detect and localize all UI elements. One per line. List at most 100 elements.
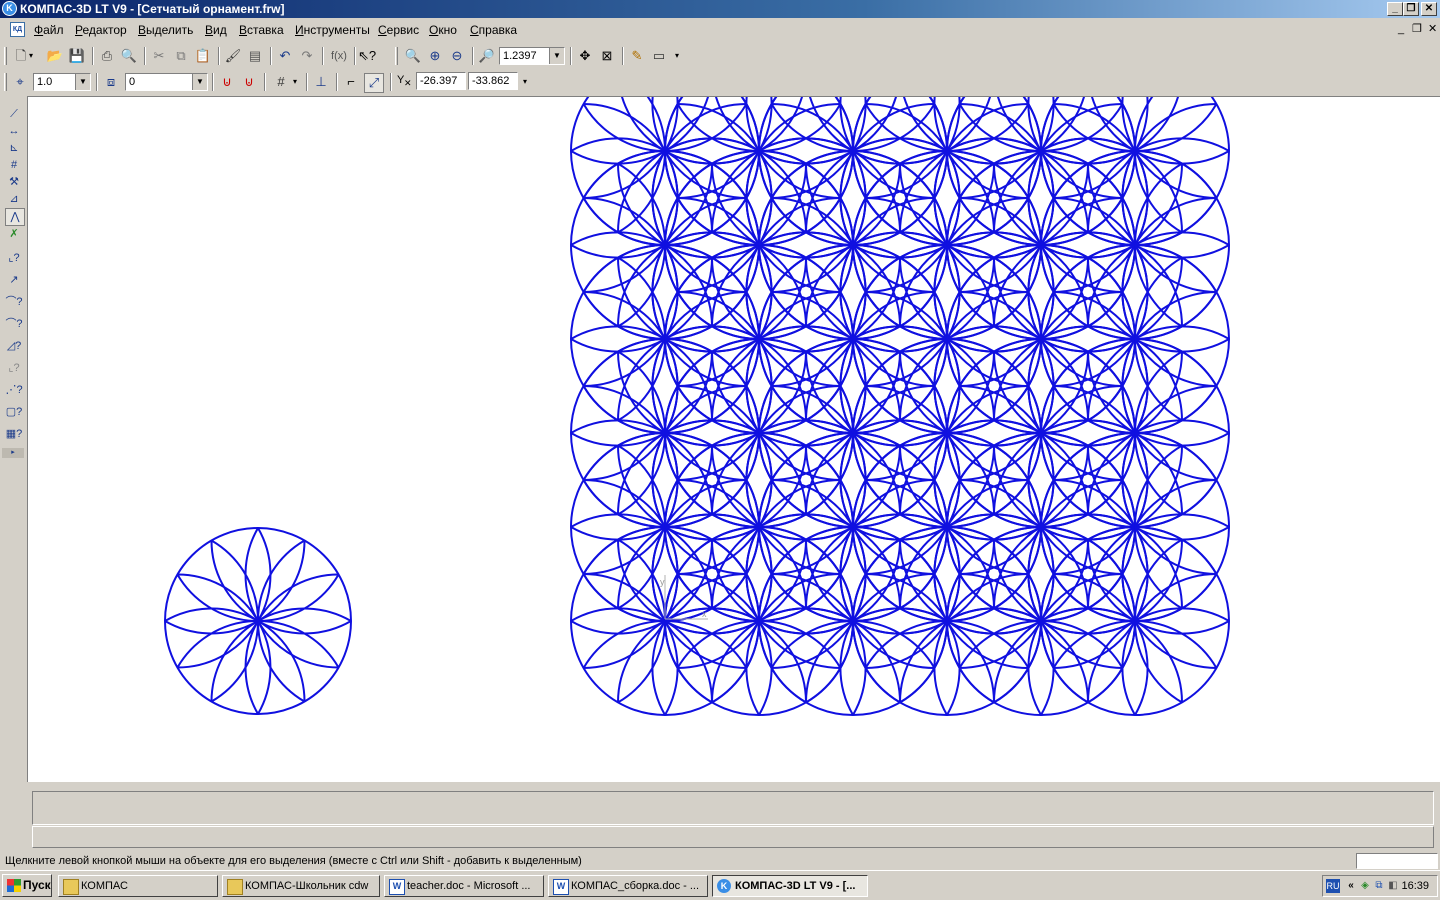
paste-icon[interactable]: 📋 — [194, 47, 212, 65]
drawing-area[interactable]: y x — [27, 96, 1440, 782]
chevron-down-icon[interactable]: ▼ — [192, 74, 207, 90]
zoom-combo[interactable]: 1.2397 ▼ — [499, 47, 565, 65]
context-help-icon[interactable]: ⇖? — [358, 47, 376, 65]
restore-button[interactable]: ❐ — [1403, 2, 1419, 16]
cut-icon[interactable]: ✂ — [150, 47, 168, 65]
separator — [336, 73, 338, 91]
coord-y-field[interactable]: -33.862 — [468, 72, 518, 90]
properties-icon[interactable]: ▤ — [246, 47, 264, 65]
zoom-scale-icon[interactable]: 🔎 — [478, 47, 496, 65]
menu-insert[interactable]: Вставка — [239, 23, 284, 37]
copy-icon[interactable]: ⧉ — [172, 47, 190, 65]
query-area-icon[interactable]: ◿? — [5, 338, 23, 354]
geometry-icon[interactable]: ⟋ — [5, 106, 23, 122]
drawing-canvas[interactable]: y x — [28, 97, 1440, 782]
zoom-window-icon[interactable]: 🔍 — [404, 47, 422, 65]
variables-icon[interactable]: f(x) — [328, 47, 350, 65]
save-icon[interactable]: 💾 — [68, 47, 86, 65]
minimize-button[interactable]: _ — [1387, 2, 1403, 16]
grid-dropdown-icon[interactable]: ▾ — [290, 73, 300, 91]
select-icon[interactable]: ⋀ — [5, 208, 25, 226]
task-assembly-doc[interactable]: W КОМПАС_сборка.doc - ... — [548, 875, 708, 897]
grid-icon[interactable]: # — [272, 73, 290, 91]
toolbar-grip[interactable] — [4, 47, 7, 65]
editing-icon[interactable]: # — [5, 157, 23, 173]
menu-window[interactable]: Окно — [429, 23, 457, 37]
zoom-out-icon[interactable]: ⊖ — [448, 47, 466, 65]
task-kompas-app[interactable]: K КОМПАС-3D LT V9 - [... — [712, 875, 868, 897]
query-object-icon[interactable]: ▢? — [5, 404, 23, 420]
symbols-icon[interactable]: ⊾ — [5, 140, 23, 156]
compact-toolbar: ⟋ ↔ ⊾ # ⚒ ⊿ ⋀ ✗ ⌞? ↗ ⌒? ⌒? ◿? ⌞? ⋰? ▢? ▦… — [0, 96, 27, 460]
zoom-in-icon[interactable]: ⊕ — [426, 47, 444, 65]
kompas-icon: K — [717, 879, 731, 893]
speaker-icon[interactable]: ◧ — [1387, 879, 1399, 893]
dimensions-icon[interactable]: ↔ — [5, 123, 23, 139]
toolbar-options-icon[interactable]: ▾ — [520, 73, 530, 91]
document-icon[interactable]: КД — [10, 22, 25, 37]
spec-icon[interactable]: ✗ — [5, 226, 23, 242]
redo-icon[interactable]: ↷ — [298, 47, 316, 65]
layer-combo[interactable]: 0 ▼ — [125, 73, 208, 91]
mdi-restore-button[interactable]: ❐ — [1412, 24, 1422, 35]
display-icon[interactable]: ▭ — [650, 47, 668, 65]
coord-x-field[interactable]: -26.397 — [416, 72, 466, 90]
chevron-down-icon[interactable]: ▼ — [549, 48, 564, 64]
expand-toolbar-icon[interactable]: ▸ — [2, 448, 24, 458]
layers-icon[interactable]: ⧈ — [102, 73, 120, 91]
step-value: 1.0 — [37, 76, 53, 88]
query-point-icon[interactable]: ⌞? — [5, 250, 23, 266]
query-mass-icon[interactable]: ⋰? — [5, 382, 23, 398]
kompas-app-icon[interactable]: K — [2, 1, 17, 16]
separator — [622, 47, 624, 65]
close-button[interactable]: ✕ — [1421, 2, 1437, 16]
menu-file[interactable]: Файл — [34, 23, 64, 37]
language-indicator[interactable]: RU — [1326, 879, 1340, 893]
measure-icon[interactable]: ⊿ — [5, 191, 23, 207]
ortho-icon[interactable]: ⌐ — [342, 73, 360, 91]
print-preview-icon[interactable]: 🔍 — [120, 47, 138, 65]
tray-app-icon[interactable]: ◈ — [1359, 879, 1371, 893]
query-length-icon[interactable]: ⌒? — [5, 316, 23, 332]
task-label: teacher.doc - Microsoft ... — [407, 880, 531, 892]
format-brush-icon[interactable]: 🖌 — [224, 47, 242, 65]
task-label: КОМПАС — [81, 880, 128, 892]
query-angle-icon[interactable]: ⌒? — [5, 294, 23, 310]
menu-tools[interactable]: Инструменты — [295, 23, 370, 37]
task-school-folder[interactable]: КОМПАС-Школьник cdw — [222, 875, 380, 897]
query-info-icon[interactable]: ▦? — [5, 426, 23, 442]
toolbar-options-icon[interactable]: ▾ — [672, 47, 682, 65]
local-snap-icon[interactable]: ⊍ — [240, 73, 258, 91]
menu-view[interactable]: Вид — [205, 23, 227, 37]
menu-service[interactable]: Сервис — [378, 23, 419, 37]
folder-icon — [227, 879, 243, 895]
open-folder-icon[interactable]: 📂 — [46, 47, 64, 65]
step-cursor-icon[interactable]: ⌖ — [11, 73, 29, 91]
task-kompas-folder[interactable]: КОМПАС — [58, 875, 218, 897]
undo-icon[interactable]: ↶ — [276, 47, 294, 65]
start-button[interactable]: Пуск — [2, 874, 52, 897]
query-distance-icon[interactable]: ↗ — [5, 272, 23, 288]
local-cs-icon[interactable]: ⊥ — [312, 73, 330, 91]
show-all-icon[interactable]: ⊠ — [598, 47, 616, 65]
mdi-close-button[interactable]: ✕ — [1428, 24, 1437, 35]
refresh-icon[interactable]: ✎ — [628, 47, 646, 65]
tray-expand-icon[interactable]: « — [1345, 879, 1357, 893]
toolbar-grip[interactable] — [395, 47, 398, 65]
snap-magnet-icon[interactable]: ⊍ — [218, 73, 236, 91]
menu-select[interactable]: Выделить — [138, 23, 193, 37]
print-icon[interactable]: ⎙ — [98, 47, 116, 65]
toolbar-grip[interactable] — [4, 73, 7, 91]
parametric-mode-icon[interactable]: ⤢ — [364, 73, 384, 93]
new-dropdown-icon[interactable]: ▾ — [26, 47, 36, 65]
menu-editor[interactable]: Редактор — [75, 23, 127, 37]
mdi-minimize-button[interactable]: _ — [1398, 24, 1404, 35]
title-bar: K КОМПАС-3D LT V9 - [Сетчатый орнамент.f… — [0, 0, 1440, 18]
task-teacher-doc[interactable]: W teacher.doc - Microsoft ... — [384, 875, 544, 897]
menu-help[interactable]: Справка — [470, 23, 517, 37]
step-combo[interactable]: 1.0 ▼ — [33, 73, 91, 91]
network-icon[interactable]: ⧉ — [1373, 879, 1385, 893]
parametrization-icon[interactable]: ⚒ — [5, 174, 23, 190]
pan-icon[interactable]: ✥ — [576, 47, 594, 65]
chevron-down-icon[interactable]: ▼ — [75, 74, 90, 90]
